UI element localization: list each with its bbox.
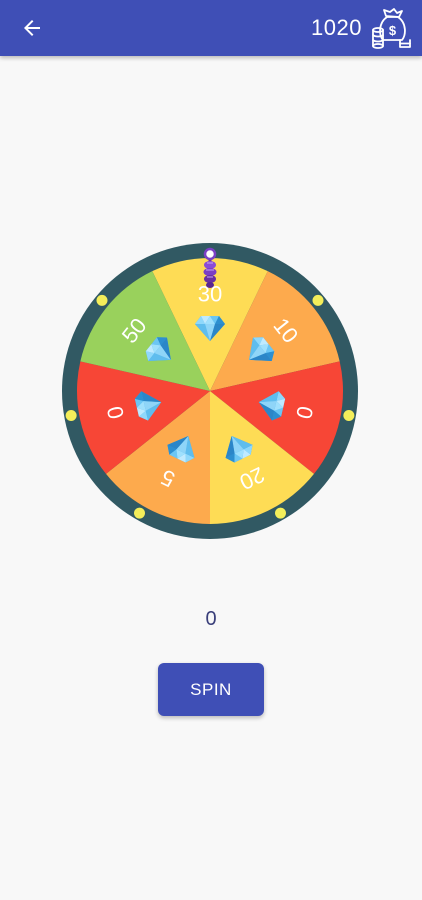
rim-stud xyxy=(96,294,108,306)
top-app-bar: 1020 $ xyxy=(0,0,422,56)
money-bag-icon: $ xyxy=(370,6,412,50)
rim-stud xyxy=(134,507,145,519)
coin-balance: 1020 xyxy=(311,15,362,40)
rim-stud xyxy=(312,294,324,306)
spin-result: 0 xyxy=(205,608,217,630)
arrow-left-icon xyxy=(24,20,40,36)
spin-button[interactable]: SPIN xyxy=(158,663,264,716)
spin-wheel[interactable]: 30 10 0 20 5 0 50 xyxy=(62,243,358,539)
rim-stud xyxy=(343,409,355,421)
rim-stud xyxy=(275,507,286,519)
back-button[interactable] xyxy=(12,8,52,48)
rim-stud xyxy=(65,409,77,421)
svg-text:$: $ xyxy=(389,23,397,38)
